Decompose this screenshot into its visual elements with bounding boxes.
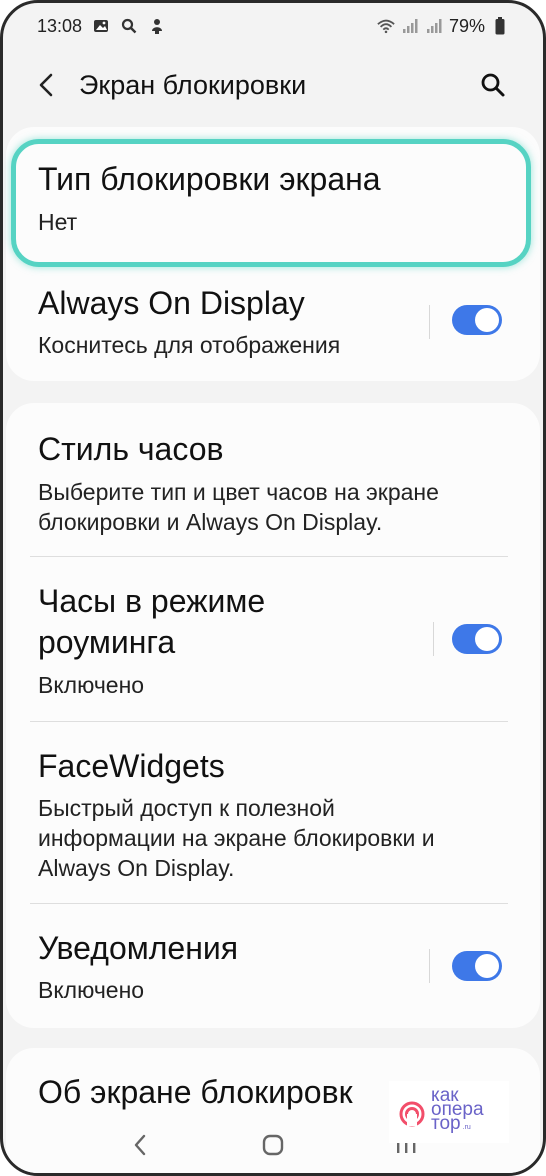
setting-subtitle: Включено	[38, 672, 145, 698]
setting-subtitle: Включено	[38, 977, 145, 1003]
toggle-knob	[475, 627, 499, 651]
setting-title: Об экране блокировк	[38, 1074, 353, 1110]
signal-icon	[401, 17, 419, 35]
setting-title: Уведомления	[38, 930, 239, 966]
image-icon	[92, 17, 110, 35]
settings-group-clock: Стиль часов Выберите тип и цвет часов на…	[6, 403, 540, 1028]
search-icon	[120, 17, 138, 35]
setting-subtitle: Быстрый доступ к полезной	[38, 795, 335, 821]
page-title: Экран блокировки	[79, 69, 307, 100]
notification-icon	[148, 17, 166, 35]
toggle-separator	[429, 305, 430, 339]
app-bar: Экран блокировки	[3, 53, 543, 117]
setting-subtitle: блокировки и Always On Display.	[38, 509, 383, 535]
watermark-line-text: тор	[431, 1113, 461, 1134]
setting-notifications[interactable]: Уведомления Включено	[6, 904, 540, 1028]
watermark-text: как опера тор .ru	[431, 1086, 484, 1135]
notifications-toggle[interactable]	[452, 951, 502, 981]
setting-subtitle: информации на экране блокировки и	[38, 825, 435, 851]
toggle-knob	[475, 954, 499, 978]
highlight-frame	[11, 139, 531, 267]
nav-home-icon	[262, 1134, 284, 1156]
status-time: 13:08	[37, 15, 83, 36]
aod-toggle[interactable]	[452, 305, 502, 335]
setting-roaming-clock[interactable]: Часы в режиме роуминга Включено	[6, 557, 540, 720]
roaming-clock-toggle[interactable]	[452, 624, 502, 654]
nav-back-icon	[134, 1134, 145, 1156]
setting-subtitle: Коснитесь для отображения	[38, 332, 341, 358]
toggle-knob	[475, 308, 499, 332]
phone-frame: 13:08 79% Экран блокировки Тип блокировк…	[0, 0, 546, 1176]
setting-title: Часы в режиме	[38, 583, 266, 619]
wifi-icon	[377, 17, 395, 35]
watermark-logo-icon	[399, 1101, 425, 1127]
nav-home-button[interactable]	[253, 1125, 293, 1165]
setting-subtitle: Always On Display.	[38, 855, 235, 881]
nav-back-button[interactable]	[120, 1125, 160, 1165]
setting-title: роуминга	[38, 624, 176, 660]
toggle-separator	[429, 949, 430, 983]
battery-icon	[491, 17, 509, 35]
setting-title: FaceWidgets	[38, 748, 225, 784]
setting-title: Стиль часов	[38, 431, 224, 467]
watermark-suffix: .ru	[462, 1124, 471, 1131]
watermark: как опера тор .ru	[389, 1081, 509, 1143]
status-bar: 13:08 79%	[3, 3, 543, 49]
chevron-left-icon	[39, 73, 53, 97]
search-icon	[481, 73, 505, 97]
setting-always-on-display[interactable]: Always On Display Коснитесь для отображе…	[6, 267, 540, 381]
setting-title: Always On Display	[38, 285, 305, 321]
battery-level: 79%	[448, 15, 485, 36]
setting-facewidgets[interactable]: FaceWidgets Быстрый доступ к полезной ин…	[6, 722, 540, 902]
setting-subtitle: Выберите тип и цвет часов на экране	[38, 479, 439, 505]
back-button[interactable]	[31, 65, 61, 105]
setting-clock-style[interactable]: Стиль часов Выберите тип и цвет часов на…	[6, 403, 540, 555]
signal-icon	[425, 17, 443, 35]
status-left: 13:08	[37, 16, 166, 37]
toggle-separator	[433, 622, 434, 656]
status-right: 79%	[377, 16, 509, 37]
search-button[interactable]	[473, 65, 513, 105]
